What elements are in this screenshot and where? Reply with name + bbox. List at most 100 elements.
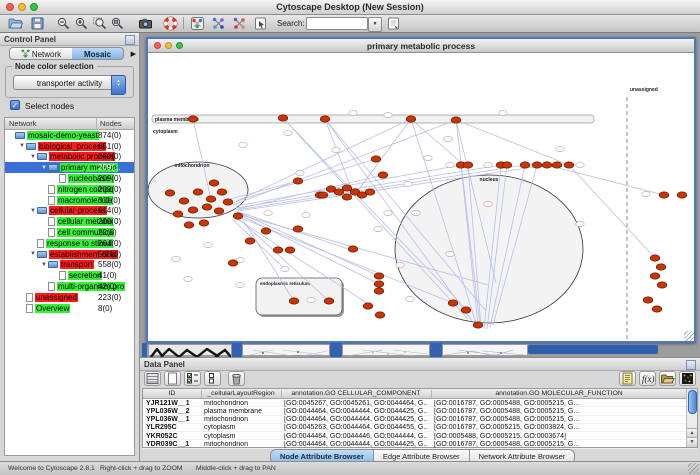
node-selected[interactable] — [451, 117, 461, 123]
node-selected[interactable] — [448, 300, 458, 306]
node-selected[interactable] — [320, 116, 330, 122]
node[interactable] — [484, 201, 492, 206]
node-selected[interactable] — [261, 228, 271, 234]
node-selected[interactable] — [552, 162, 562, 168]
node-selected[interactable] — [223, 199, 233, 205]
tree-row-macromolecule[interactable]: macromolecule311(0) — [5, 195, 134, 206]
node[interactable] — [284, 130, 292, 135]
node[interactable] — [404, 181, 412, 186]
node-selected[interactable] — [179, 198, 189, 204]
tree-row-nucleobase[interactable]: nucleobase-209(0) — [5, 173, 134, 184]
node-selected[interactable] — [228, 260, 238, 266]
node-selected[interactable] — [273, 247, 283, 253]
node-selected[interactable] — [188, 116, 198, 122]
background-window-border[interactable] — [330, 343, 342, 357]
tree-row-nitrogen-compo[interactable]: nitrogen compo209(0) — [5, 184, 134, 195]
node[interactable] — [332, 147, 340, 152]
node[interactable] — [302, 212, 310, 217]
tab-scroll-right-icon[interactable]: ▶ — [131, 50, 136, 58]
node-selected[interactable] — [245, 238, 255, 244]
matrix-icon[interactable] — [679, 371, 696, 386]
window-resize-grip[interactable] — [684, 331, 694, 341]
tree-row-secretion[interactable]: secretion41(0) — [5, 270, 134, 281]
tab-network[interactable]: Network — [9, 47, 73, 60]
node-selected[interactable] — [652, 306, 662, 312]
background-window-titlebar[interactable] — [528, 345, 658, 354]
snapshot-icon[interactable] — [138, 16, 153, 31]
select-all-icon[interactable] — [144, 371, 161, 386]
dropdown-stepper-icon[interactable]: ▲▼ — [111, 75, 126, 95]
node-selected[interactable] — [463, 162, 473, 168]
node[interactable] — [412, 210, 420, 215]
node-selected[interactable] — [502, 162, 512, 168]
node-selected[interactable] — [650, 255, 660, 261]
table-row-ydr039c-1[interactable]: YDR039C__1mitochondrion[GO:0044464, GO:0… — [143, 440, 697, 448]
node-selected[interactable] — [348, 246, 358, 252]
tree-row-cellular-metabo[interactable]: cellular metabo209(0) — [5, 216, 134, 227]
search-dropdown-arrow[interactable]: ▼ — [368, 17, 382, 32]
annotation-icon[interactable] — [253, 16, 268, 31]
disclosure-triangle-icon[interactable]: ▼ — [40, 165, 48, 171]
tree-row-transport[interactable]: ▼transport558(0) — [5, 260, 134, 271]
zoom-out-icon[interactable] — [56, 16, 71, 31]
node[interactable] — [184, 276, 192, 281]
node-selected[interactable] — [293, 226, 303, 232]
node-selected[interactable] — [206, 196, 216, 202]
column-header-annotation-go-molecular-function[interactable]: annotation.GO MOLECULAR_FUNCTION — [431, 390, 687, 397]
node-selected[interactable] — [520, 162, 530, 168]
node[interactable] — [406, 296, 414, 301]
node-selected[interactable] — [656, 264, 666, 270]
delete-attribute-icon[interactable] — [228, 371, 245, 386]
node-selected[interactable] — [374, 288, 384, 294]
zoom-in-icon[interactable] — [74, 16, 89, 31]
column-header-annotation-go-cellular-component[interactable]: annotation.GO CELLULAR_COMPONENT — [281, 390, 431, 397]
node-selected[interactable] — [657, 282, 667, 288]
report-icon[interactable] — [619, 371, 636, 386]
node-selected[interactable] — [406, 116, 416, 122]
formula-icon[interactable]: f(x) — [639, 371, 656, 386]
table-row-yjr121w-1[interactable]: YJR121W__1mitochondrion[GO:0045267, GO:0… — [143, 399, 697, 407]
region-plasma-membrane[interactable] — [152, 115, 594, 123]
select-attributes-icon[interactable] — [184, 371, 201, 386]
search-input[interactable] — [306, 17, 368, 30]
node-selected[interactable] — [378, 172, 388, 178]
vizmapper-icon[interactable] — [190, 16, 205, 31]
table-row-ypl036w-1[interactable]: YPL036W__1mitochondrion[GO:0044464, GO:0… — [143, 416, 697, 424]
edge[interactable] — [411, 119, 464, 165]
node-selected[interactable] — [342, 194, 352, 200]
node[interactable] — [444, 136, 452, 141]
background-window-border[interactable] — [232, 343, 242, 357]
node[interactable] — [204, 242, 212, 247]
node-selected[interactable] — [334, 189, 344, 195]
tree-col-nodes[interactable]: Nodes — [100, 119, 122, 128]
table-row-ykr052c[interactable]: YKR052Ccytoplasm[GO:0044464, GO:0044446,… — [143, 432, 697, 440]
node-selected[interactable] — [184, 222, 194, 228]
node-selected[interactable] — [650, 273, 660, 279]
disclosure-triangle-icon[interactable]: ▼ — [29, 154, 37, 160]
node-selected[interactable] — [278, 115, 288, 121]
node-selected[interactable] — [214, 208, 224, 214]
node-selected[interactable] — [193, 189, 203, 195]
new-attribute-icon[interactable] — [164, 371, 181, 386]
import-attributes-icon[interactable] — [659, 371, 676, 386]
node[interactable] — [172, 256, 180, 261]
disclosure-triangle-icon[interactable]: ▼ — [29, 251, 37, 257]
node-selected[interactable] — [209, 180, 219, 186]
tree-row-response-to-stimul[interactable]: response to stimul264(0) — [5, 238, 134, 249]
table-row-ylr295c[interactable]: YLR295Ccytoplasm[GO:0045263, GO:0044464,… — [143, 424, 697, 432]
scrollbar-thumb[interactable] — [688, 390, 697, 414]
node[interactable] — [296, 170, 304, 175]
tree-row-establishment-of-lo[interactable]: ▼establishment of lo558(0) — [5, 249, 134, 260]
node[interactable] — [264, 210, 272, 215]
column-header-id[interactable]: ID — [143, 390, 201, 397]
table-scrollbar[interactable]: ▲ ▼ — [686, 389, 697, 447]
float-panel-icon[interactable] — [686, 360, 696, 370]
node-selected[interactable] — [285, 247, 295, 253]
node-selected[interactable] — [342, 185, 352, 191]
disclosure-triangle-icon[interactable]: ▼ — [29, 208, 37, 214]
node[interactable] — [281, 266, 289, 271]
node[interactable] — [424, 155, 432, 160]
node[interactable] — [239, 142, 247, 147]
node-selected[interactable] — [375, 312, 385, 318]
node-selected[interactable] — [318, 192, 328, 198]
